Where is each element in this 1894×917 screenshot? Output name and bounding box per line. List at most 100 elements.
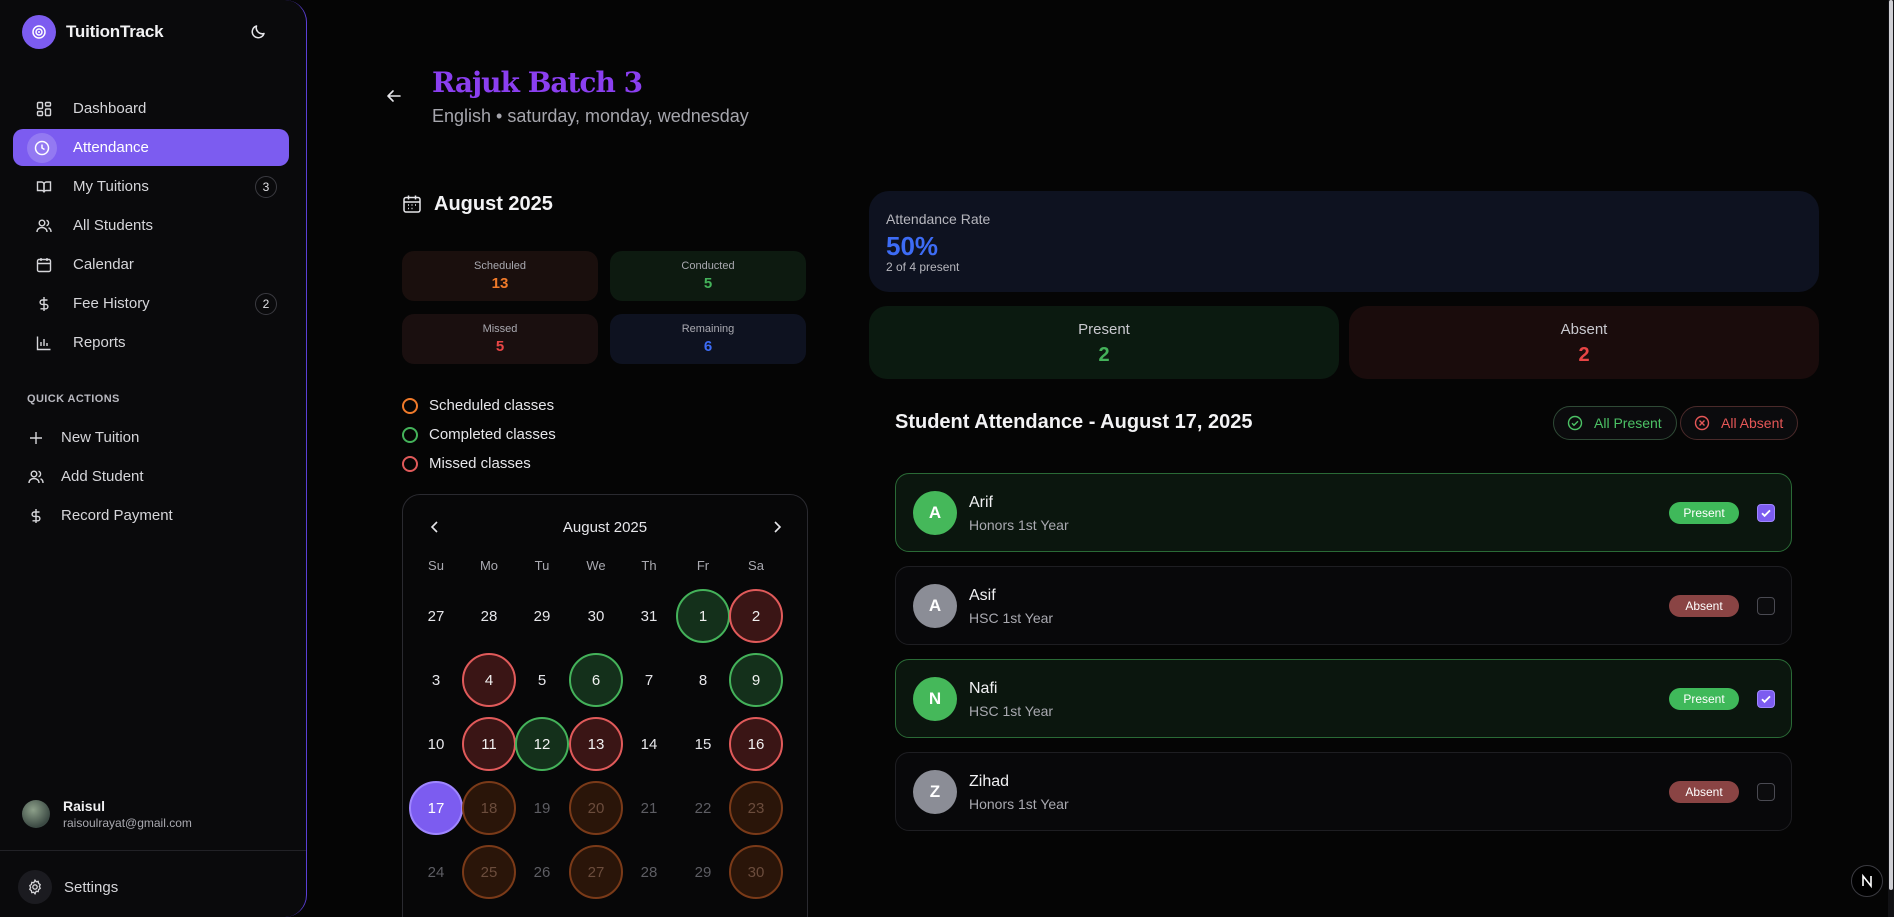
sidebar-item-dashboard[interactable]: Dashboard (13, 90, 289, 127)
dollar-icon (35, 295, 53, 313)
calendar-day[interactable]: 30 (569, 589, 623, 643)
all-absent-button[interactable]: All Absent (1680, 406, 1799, 440)
users-icon (35, 217, 53, 235)
attendance-checkbox[interactable] (1757, 504, 1775, 522)
legend-label: Missed classes (429, 455, 531, 472)
quick-action-label: Record Payment (61, 507, 173, 524)
bar-chart-icon (35, 334, 53, 352)
missed-stat: Missed 5 (402, 314, 598, 364)
calendar-day[interactable]: 28 (622, 845, 676, 899)
sidebar-item-label: My Tuitions (73, 178, 149, 195)
new-tuition-button[interactable]: New Tuition (27, 418, 287, 457)
brand[interactable]: TuitionTrack (22, 15, 164, 49)
absent-label: Absent (1560, 321, 1608, 338)
sidebar-item-reports[interactable]: Reports (13, 324, 289, 361)
calendar-day[interactable]: 18 (462, 781, 516, 835)
quick-actions: New Tuition Add Student Record Payment (27, 418, 287, 535)
student-row[interactable]: Z Zihad Honors 1st Year Absent (895, 752, 1792, 831)
calendar-day[interactable]: 31 (622, 589, 676, 643)
sidebar-item-label: Fee History (73, 295, 150, 312)
sidebar-item-attendance[interactable]: Attendance (13, 129, 289, 166)
calendar-day[interactable]: 27 (409, 589, 463, 643)
calendar-day[interactable]: 2 (729, 589, 783, 643)
calendar-day[interactable]: 7 (622, 653, 676, 707)
calendar-day[interactable]: 14 (622, 717, 676, 771)
moon-icon[interactable] (250, 22, 270, 42)
calendar-day[interactable]: 26 (515, 845, 569, 899)
calendar-day[interactable]: 30 (729, 845, 783, 899)
sidebar: TuitionTrack Dashboard Attendance My Tui… (0, 0, 307, 917)
chevron-right-icon[interactable] (767, 517, 787, 537)
scrollbar-thumb[interactable] (1889, 0, 1893, 890)
weekday-label: Th (641, 558, 657, 573)
calendar-day[interactable]: 28 (462, 589, 516, 643)
calendar-day[interactable]: 24 (409, 845, 463, 899)
weekday-label: Su (428, 558, 444, 573)
weekday-label: We (586, 558, 606, 573)
calendar-day[interactable]: 21 (622, 781, 676, 835)
sidebar-item-fee-history[interactable]: Fee History 2 (13, 285, 289, 322)
calendar: August 2025 Su Mo Tu We Th Fr Sa 27 28 29 30 31 1 2 3 4… (402, 494, 808, 917)
attendance-checkbox[interactable] (1757, 690, 1775, 708)
back-arrow-icon[interactable] (386, 88, 404, 106)
check-icon (1761, 509, 1771, 518)
calendar-day[interactable]: 1 (676, 589, 730, 643)
student-name: Nafi (969, 680, 998, 697)
calendar-day[interactable]: 9 (729, 653, 783, 707)
calendar-icon (35, 256, 53, 274)
student-row[interactable]: A Arif Honors 1st Year Present (895, 473, 1792, 552)
weekday-label: Tu (534, 558, 550, 573)
student-name: Arif (969, 494, 993, 511)
status-badge: Absent (1669, 781, 1739, 803)
settings-button[interactable]: Settings (18, 870, 118, 904)
student-row[interactable]: N Nafi HSC 1st Year Present (895, 659, 1792, 738)
settings-label: Settings (64, 878, 119, 896)
calendar-day[interactable]: 29 (676, 845, 730, 899)
page-subtitle: English • saturday, monday, wednesday (432, 106, 749, 126)
calendar-day[interactable]: 5 (515, 653, 569, 707)
all-present-button[interactable]: All Present (1553, 406, 1677, 440)
sidebar-item-label: Dashboard (73, 100, 147, 117)
user-profile[interactable]: Raisul raisoulrayat@gmail.com (22, 798, 192, 830)
calendar-icon (402, 194, 424, 216)
status-badge: Absent (1669, 595, 1739, 617)
calendar-day[interactable]: 16 (729, 717, 783, 771)
add-student-button[interactable]: Add Student (27, 457, 287, 496)
next-logo-icon[interactable] (1851, 865, 1883, 897)
x-circle-icon (1693, 414, 1711, 432)
calendar-day[interactable]: 17 (409, 781, 463, 835)
sidebar-item-all-students[interactable]: All Students (13, 207, 289, 244)
all-present-label: All Present (1594, 415, 1662, 431)
sidebar-item-my-tuitions[interactable]: My Tuitions 3 (13, 168, 289, 205)
avatar (22, 800, 50, 828)
student-avatar: A (913, 584, 957, 628)
calendar-day[interactable]: 11 (462, 717, 516, 771)
calendar-day[interactable]: 20 (569, 781, 623, 835)
calendar-day[interactable]: 10 (409, 717, 463, 771)
weekday-label: Mo (479, 558, 499, 573)
calendar-day[interactable]: 4 (462, 653, 516, 707)
calendar-day[interactable]: 8 (676, 653, 730, 707)
student-row[interactable]: A Asif HSC 1st Year Absent (895, 566, 1792, 645)
page-title: Rajuk Batch 3 (432, 66, 643, 99)
legend-completed: Completed classes (402, 420, 556, 449)
calendar-day[interactable]: 6 (569, 653, 623, 707)
calendar-day[interactable]: 15 (676, 717, 730, 771)
record-payment-button[interactable]: Record Payment (27, 496, 287, 535)
calendar-day[interactable]: 22 (676, 781, 730, 835)
student-grade: Honors 1st Year (969, 517, 1069, 533)
calendar-day[interactable]: 29 (515, 589, 569, 643)
remaining-stat: Remaining 6 (610, 314, 806, 364)
calendar-day[interactable]: 13 (569, 717, 623, 771)
calendar-day[interactable]: 25 (462, 845, 516, 899)
calendar-day[interactable]: 19 (515, 781, 569, 835)
calendar-day[interactable]: 23 (729, 781, 783, 835)
calendar-day[interactable]: 3 (409, 653, 463, 707)
sidebar-item-label: Reports (73, 334, 126, 351)
attendance-checkbox[interactable] (1757, 597, 1775, 615)
stat-label: Remaining (681, 323, 735, 335)
calendar-day[interactable]: 27 (569, 845, 623, 899)
calendar-day[interactable]: 12 (515, 717, 569, 771)
sidebar-item-calendar[interactable]: Calendar (13, 246, 289, 283)
attendance-checkbox[interactable] (1757, 783, 1775, 801)
